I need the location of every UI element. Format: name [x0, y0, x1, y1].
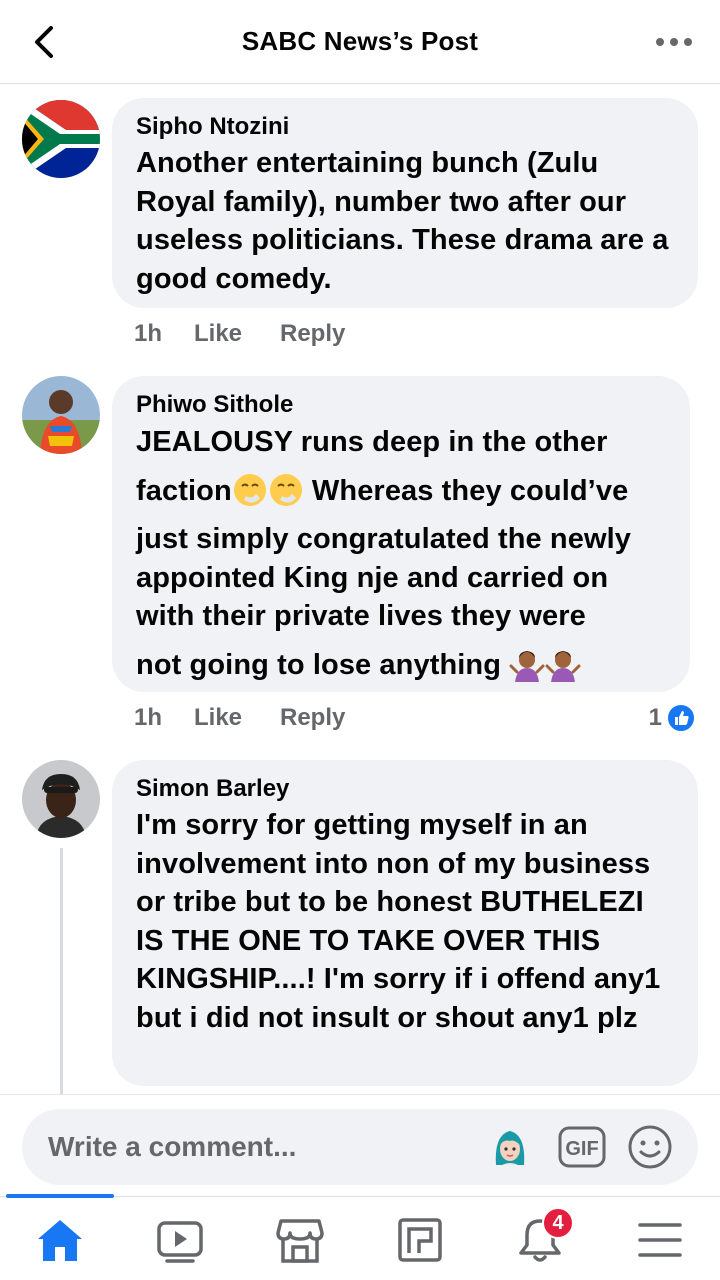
- home-icon: [38, 1220, 82, 1261]
- user-photo-avatar-icon: [22, 760, 100, 838]
- marketplace-icon: [276, 1219, 324, 1263]
- sneezing-face-emoji: [269, 474, 302, 506]
- notification-count-badge: 4: [542, 1207, 574, 1239]
- menu-icon: [638, 1223, 682, 1257]
- comments-list: Sipho Ntozini Another entertaining bunch…: [0, 84, 720, 1094]
- reaction-summary[interactable]: 1: [649, 702, 696, 734]
- smiley-icon[interactable]: [626, 1123, 674, 1171]
- comment-time: 1h: [134, 320, 163, 347]
- comment-bubble: Simon Barley I'm sorry for getting mysel…: [112, 760, 698, 1086]
- comment-author[interactable]: Phiwo Sithole: [136, 390, 668, 420]
- comment-author[interactable]: Simon Barley: [136, 774, 676, 804]
- comment-text: I'm sorry for getting myself in an invol…: [136, 809, 661, 1034]
- comment-text-segment: faction: [136, 475, 232, 507]
- reaction-count: 1: [648, 704, 662, 731]
- comment-text-line: JEALOUSY runs deep in the other: [136, 426, 608, 458]
- reply-button[interactable]: Reply: [280, 704, 345, 732]
- comment-text-block: just simply congratulated the newly appo…: [136, 523, 631, 632]
- avatar[interactable]: [22, 376, 100, 454]
- sa-flag-avatar-icon: [22, 100, 100, 178]
- nav-watch[interactable]: [150, 1215, 210, 1265]
- comment-text: JEALOUSY runs deep in the other faction …: [136, 422, 668, 694]
- pages-icon: [398, 1218, 442, 1262]
- comment-text: Another entertaining bunch (Zulu Royal f…: [136, 147, 669, 295]
- gif-button[interactable]: GIF: [558, 1126, 606, 1168]
- comment-bubble: Sipho Ntozini Another entertaining bunch…: [112, 98, 698, 308]
- nav-marketplace[interactable]: [270, 1215, 330, 1265]
- comment-text-segment: Whereas they could’ve: [303, 475, 629, 507]
- comment-text-line: faction Whereas they could’ve: [136, 462, 668, 520]
- bottom-navigation: 4: [0, 1194, 720, 1280]
- comment-bubble: Phiwo Sithole JEALOUSY runs deep in the …: [112, 376, 690, 692]
- comment-actions: 1h Like Reply: [134, 702, 345, 734]
- comment-text-line: not going to lose anything: [136, 636, 668, 694]
- avatar-sticker-icon[interactable]: [488, 1125, 532, 1169]
- comment-actions: 1h Like Reply: [134, 318, 345, 350]
- page-title: SABC News’s Post: [241, 26, 479, 56]
- like-button[interactable]: Like: [194, 704, 280, 732]
- more-options-button[interactable]: [652, 28, 696, 56]
- person-shrugging-emoji: [509, 650, 545, 682]
- comment-time: 1h: [134, 704, 163, 731]
- person-shrugging-emoji: [545, 650, 581, 682]
- comment-author[interactable]: Sipho Ntozini: [136, 112, 676, 142]
- sneezing-face-emoji: [233, 474, 266, 506]
- comment-composer-bar: Write a comment... GIF: [0, 1094, 720, 1196]
- reply-button[interactable]: Reply: [280, 320, 345, 348]
- comment-input-placeholder: Write a comment...: [48, 1131, 297, 1162]
- post-header: SABC News’s Post: [0, 0, 720, 84]
- nav-notifications[interactable]: 4: [510, 1207, 574, 1265]
- gif-label: GIF: [565, 1138, 598, 1160]
- thread-line: [60, 848, 63, 1094]
- like-reaction-icon: [666, 703, 696, 733]
- avatar[interactable]: [22, 100, 100, 178]
- like-button[interactable]: Like: [194, 320, 280, 348]
- comment-text-segment: not going to lose anything: [136, 648, 502, 681]
- nav-pages[interactable]: [390, 1215, 450, 1265]
- avatar[interactable]: [22, 760, 100, 838]
- active-tab-indicator: [6, 1194, 114, 1198]
- more-horizontal-icon: [656, 38, 692, 46]
- comment-input[interactable]: Write a comment... GIF: [22, 1109, 698, 1185]
- nav-menu[interactable]: [630, 1215, 690, 1265]
- nav-home[interactable]: [30, 1215, 90, 1265]
- watch-icon: [157, 1221, 203, 1263]
- user-photo-avatar-icon: [22, 376, 100, 454]
